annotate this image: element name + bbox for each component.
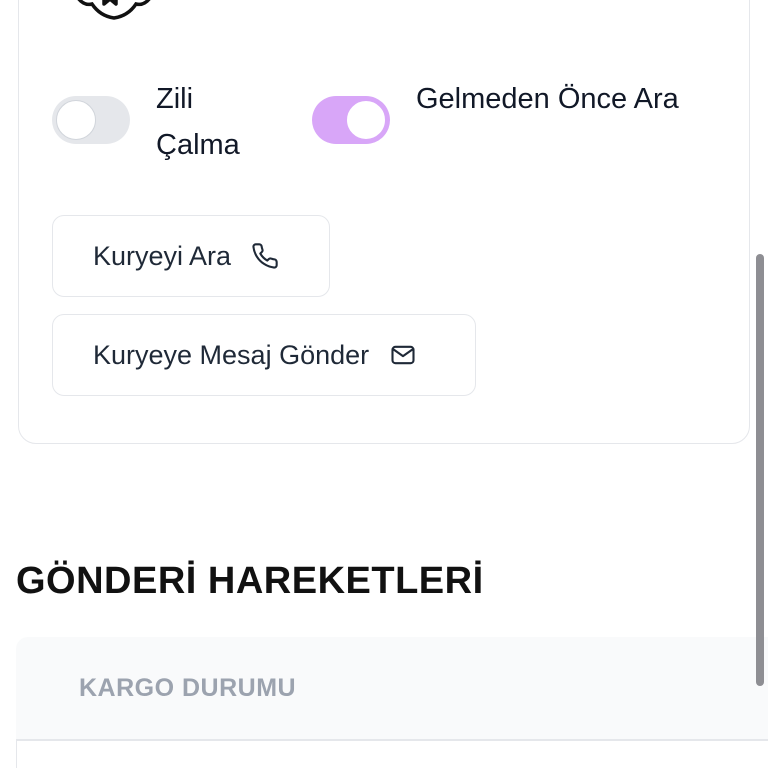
call-courier-label: Kuryeyi Ara [93, 240, 232, 271]
column-header-cargo-status: KARGO DURUMU [79, 674, 297, 702]
badge-icon [62, 0, 166, 33]
ring-toggle-group: Zili Çalma [52, 76, 266, 168]
scrollbar[interactable] [756, 254, 764, 686]
call-before-toggle[interactable] [312, 96, 390, 144]
message-courier-label: Kuryeye Mesaj Gönder [93, 339, 370, 370]
toggle-knob [56, 100, 96, 140]
phone-icon [251, 242, 279, 270]
toggle-knob [346, 100, 386, 140]
call-courier-button[interactable]: Kuryeyi Ara [52, 215, 330, 297]
ring-toggle[interactable] [52, 96, 130, 144]
call-before-toggle-group: Gelmeden Önce Ara [312, 76, 696, 144]
table-header: KARGO DURUMU [16, 637, 768, 741]
table-body [16, 741, 768, 768]
ring-toggle-label: Zili Çalma [156, 83, 240, 161]
page: Zili Çalma Gelmeden Önce Ara Kuryeyi Ara… [0, 0, 768, 768]
section-title: GÖNDERİ HAREKETLERİ [16, 560, 484, 602]
call-before-toggle-label: Gelmeden Önce Ara [416, 83, 679, 115]
message-courier-button[interactable]: Kuryeye Mesaj Gönder [52, 314, 476, 396]
mail-icon [389, 341, 417, 369]
